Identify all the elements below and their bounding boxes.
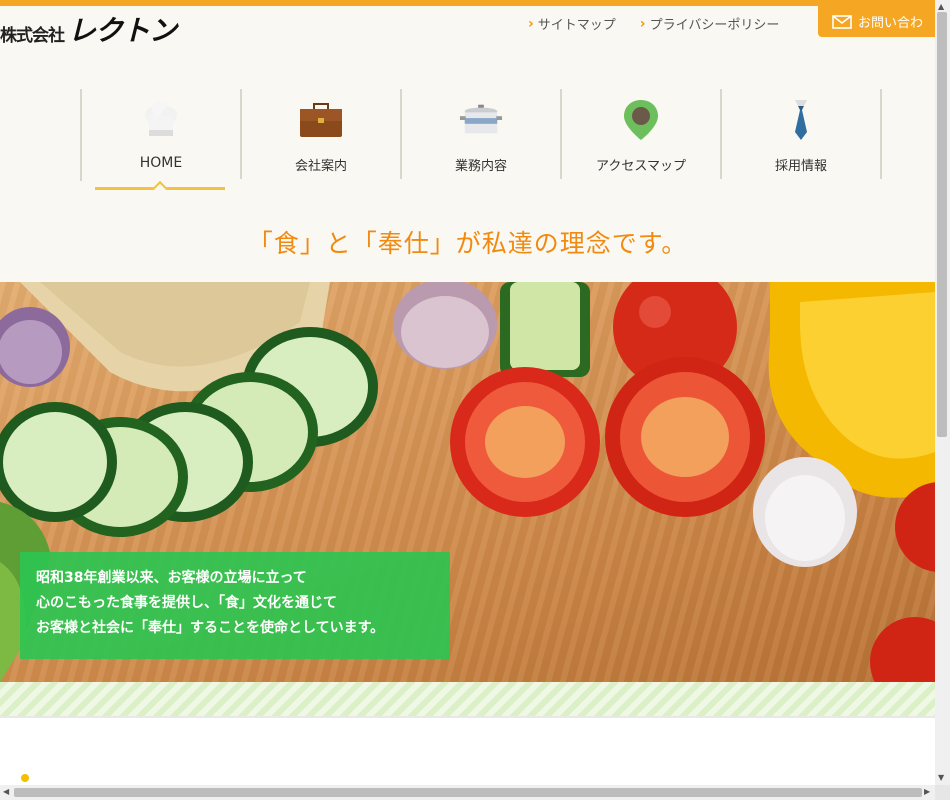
contact-button[interactable]: お問い合わ <box>818 6 935 37</box>
nav-item-business[interactable]: 業務内容 <box>402 89 562 179</box>
scrollbar-corner <box>935 785 950 800</box>
hero-caption-box: 昭和38年創業以来、お客様の立場に立って 心のこもった食事を提供し、「食」文化を… <box>20 552 450 659</box>
page: 株式会社 レクトン › サイトマップ › プライバシーポリシー お問い合わ HO… <box>0 0 935 785</box>
nav-item-company[interactable]: 会社案内 <box>242 89 402 179</box>
top-accent-bar <box>0 0 935 6</box>
scroll-up-arrow-icon[interactable]: ▲ <box>938 2 944 11</box>
utility-links: › サイトマップ › プライバシーポリシー <box>528 14 780 34</box>
pot-icon <box>459 99 503 141</box>
mail-icon <box>832 14 852 29</box>
nav-label-business: 業務内容 <box>454 159 507 174</box>
hero-caption-line: お客様と社会に「奉仕」することを使命としています。 <box>36 620 385 636</box>
hero-caption-line: 昭和38年創業以来、お客様の立場に立って <box>36 570 307 586</box>
privacy-policy-link-label: プライバシーポリシー <box>649 18 780 33</box>
horizontal-scrollbar[interactable]: ◀ ▶ <box>0 785 935 800</box>
sitemap-link-label: サイトマップ <box>537 18 616 33</box>
decorative-stripe-band <box>0 682 935 718</box>
chevron-right-icon: › <box>639 15 646 32</box>
content-area <box>0 718 935 785</box>
hero-caption-line: 心のこもった食事を提供し、「食」文化を通じて <box>36 595 337 611</box>
nav-label-recruit: 採用情報 <box>774 159 827 174</box>
vertical-scrollbar[interactable]: ▲ ▼ <box>935 0 950 785</box>
scroll-right-arrow-icon[interactable]: ▶ <box>924 787 930 796</box>
privacy-policy-link[interactable]: › プライバシーポリシー <box>639 14 780 34</box>
horizontal-scroll-thumb[interactable] <box>14 788 922 797</box>
vertical-scroll-thumb[interactable] <box>937 12 947 437</box>
nav-item-home[interactable]: HOME <box>82 89 242 179</box>
chevron-right-icon: › <box>528 15 534 32</box>
contact-button-label: お問い合わ <box>858 16 924 31</box>
nav-item-access[interactable]: アクセスマップ <box>562 89 722 179</box>
chef-hat-icon <box>139 99 183 141</box>
site-logo[interactable]: 株式会社 レクトン <box>0 14 177 47</box>
main-nav: HOME 会社案内 業務内容 アクセスマップ 採用情報 <box>80 89 882 181</box>
nav-item-recruit[interactable]: 採用情報 <box>722 89 882 179</box>
active-nav-caret <box>152 180 168 196</box>
map-pin-icon <box>619 99 663 141</box>
scroll-left-arrow-icon[interactable]: ◀ <box>3 787 9 796</box>
hero-banner: 昭和38年創業以来、お客様の立場に立って 心のこもった食事を提供し、「食」文化を… <box>0 282 935 682</box>
sitemap-link[interactable]: › サイトマップ <box>528 14 616 34</box>
logo-prefix: 株式会社 <box>0 26 65 46</box>
nav-label-company: 会社案内 <box>294 159 347 174</box>
nav-label-home: HOME <box>139 155 183 171</box>
scroll-down-arrow-icon[interactable]: ▼ <box>938 773 944 782</box>
page-tagline: 「食」と「奉仕」が私達の理念です。 <box>247 229 688 258</box>
necktie-icon <box>779 99 823 141</box>
briefcase-icon <box>299 99 343 141</box>
nav-label-access: アクセスマップ <box>596 159 686 174</box>
sun-icon <box>21 774 29 782</box>
logo-main: レクトン <box>68 14 177 47</box>
